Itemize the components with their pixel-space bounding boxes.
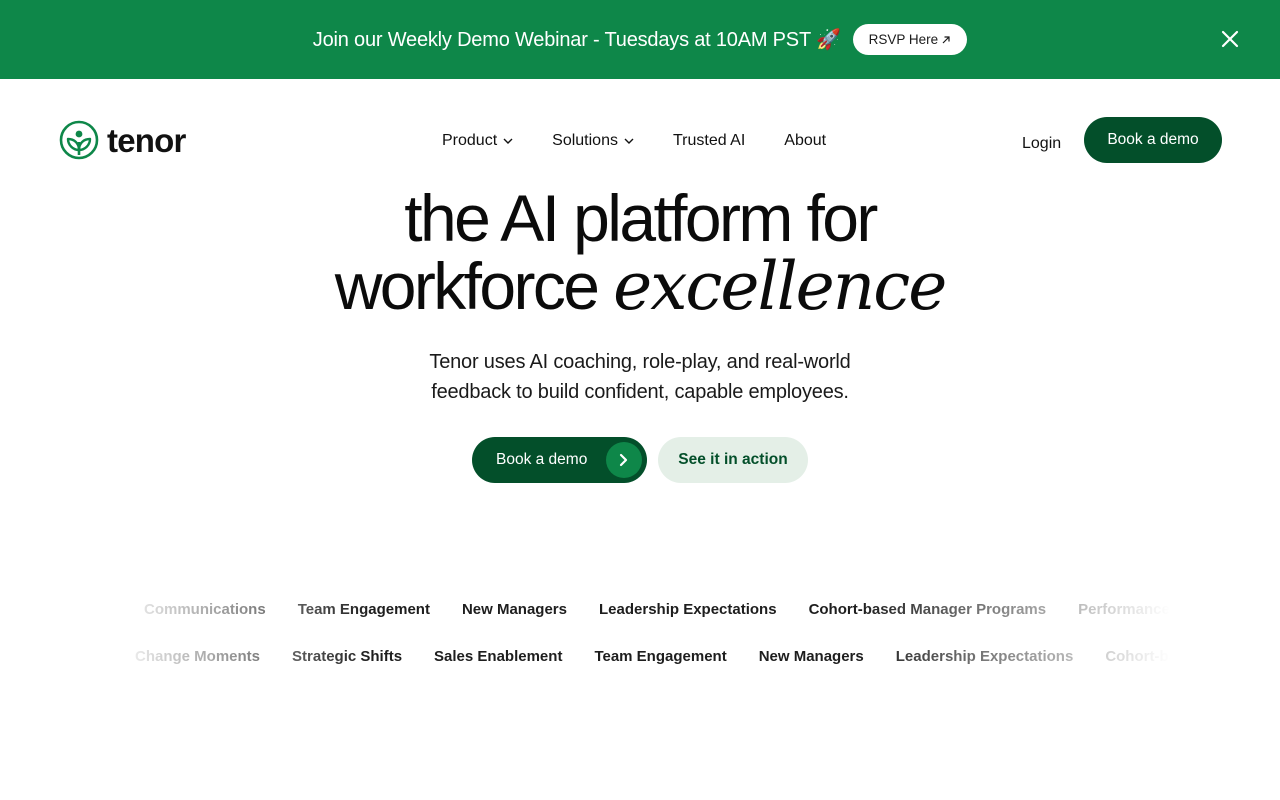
use-case-tag[interactable]: Cohort-based Manager Programs <box>1105 645 1170 669</box>
use-case-tag[interactable]: Leadership Expectations <box>896 645 1074 669</box>
arrow-up-right-icon <box>942 35 950 43</box>
main-nav: Product Solutions Trusted AI About <box>442 131 826 151</box>
nav-item-label: Solutions <box>552 132 618 149</box>
nav-item-label: Product <box>442 132 498 149</box>
nav-item-product[interactable]: Product <box>442 131 513 151</box>
nav-item-trusted-ai[interactable]: Trusted AI <box>673 131 745 151</box>
use-case-tag[interactable]: Leadership Expectations <box>599 598 777 622</box>
announcement-banner: Join our Weekly Demo Webinar - Tuesdays … <box>0 0 1280 79</box>
hero-subtitle: Tenor uses AI coaching, role-play, and r… <box>0 347 1280 407</box>
nav-item-label: Trusted AI <box>672 132 746 149</box>
subtitle-line-2: feedback to build confident, capable emp… <box>431 381 849 403</box>
use-case-tag[interactable]: Sales Enablement <box>434 645 562 669</box>
use-case-tag[interactable]: Strategic Shifts <box>292 645 402 669</box>
use-case-tag[interactable]: Change Moments <box>135 645 260 669</box>
hero-headline: the AI platform for workforce excellence <box>0 184 1280 321</box>
nav-item-label: About <box>784 132 827 149</box>
headline-line-1: the AI platform for <box>404 181 878 255</box>
logo-text: tenor <box>107 121 186 159</box>
nav-item-solutions[interactable]: Solutions <box>552 131 634 151</box>
use-case-tag[interactable]: Team Engagement <box>594 645 726 669</box>
chevron-down-icon <box>503 138 513 144</box>
use-case-tag[interactable]: Team Engagement <box>298 598 430 622</box>
hero-book-demo-label: Book a demo <box>496 451 588 468</box>
rsvp-label: RSVP Here <box>868 32 939 47</box>
sprout-logo-icon <box>59 120 99 160</box>
use-case-marquee-row-2: Change Moments Strategic Shifts Sales En… <box>110 645 1170 669</box>
rsvp-button[interactable]: RSVP Here <box>852 24 968 55</box>
use-case-tag[interactable]: Communications <box>144 598 266 622</box>
use-case-tag[interactable]: New Managers <box>462 598 567 622</box>
nav-item-about[interactable]: About <box>784 131 826 151</box>
use-case-marquee-row-1: Communications Team Engagement New Manag… <box>110 598 1170 622</box>
use-case-tag[interactable]: Cohort-based Manager Programs <box>809 598 1047 622</box>
chevron-down-icon <box>624 138 634 144</box>
chevron-right-icon <box>606 442 642 478</box>
use-case-tag[interactable]: New Managers <box>759 645 864 669</box>
hero-book-demo-button[interactable]: Book a demo <box>472 437 647 483</box>
use-case-tag[interactable]: Performance <box>1078 598 1170 622</box>
book-demo-button[interactable]: Book a demo <box>1084 117 1222 163</box>
login-link[interactable]: Login <box>1022 135 1061 153</box>
headline-line-2: workforce excellence <box>0 252 1280 321</box>
logo[interactable]: tenor <box>59 120 186 160</box>
subtitle-line-1: Tenor uses AI coaching, role-play, and r… <box>429 351 851 373</box>
see-in-action-button[interactable]: See it in action <box>658 437 808 483</box>
headline-accent: excellence <box>613 248 947 325</box>
headline-plain: workforce <box>334 249 614 323</box>
banner-text: Join our Weekly Demo Webinar - Tuesdays … <box>312 29 841 51</box>
close-icon[interactable] <box>1220 29 1240 49</box>
